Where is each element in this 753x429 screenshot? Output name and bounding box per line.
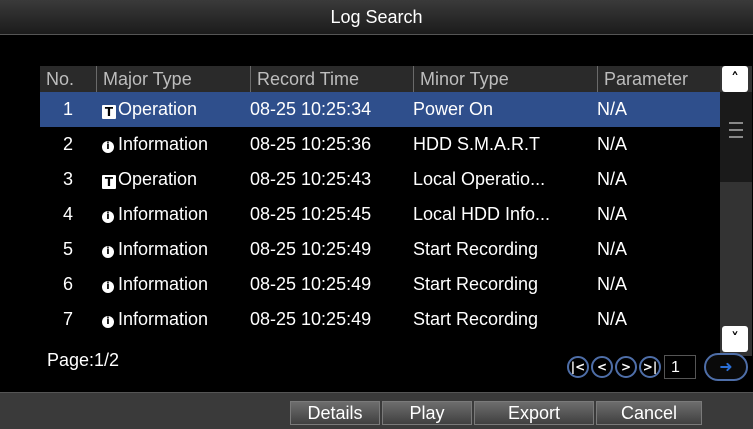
details-button[interactable]: Details <box>290 401 380 425</box>
row-minor-type: Local Operatio... <box>413 169 546 189</box>
go-page-icon[interactable]: ➜ <box>704 353 748 381</box>
header-record-time[interactable]: Record Time <box>250 66 413 92</box>
row-parameter: N/A <box>597 239 628 259</box>
row-minor-type: Start Recording <box>413 274 539 294</box>
vertical-scrollbar[interactable]: ˄ ˅ <box>720 66 752 356</box>
header-minor-type[interactable]: Minor Type <box>413 66 597 92</box>
row-major-type: i Information <box>96 197 246 232</box>
header-parameter[interactable]: Parameter <box>597 66 720 92</box>
log-table: No. Major Type Record Time Minor Type Pa… <box>40 66 720 343</box>
row-record-time: 08-25 10:25:43 <box>250 169 372 189</box>
play-button[interactable]: Play <box>382 401 472 425</box>
row-number: 1 <box>62 99 73 119</box>
row-minor-type: Start Recording <box>413 309 539 329</box>
table-header: No. Major Type Record Time Minor Type Pa… <box>40 66 720 92</box>
row-minor-type: Start Recording <box>413 239 539 259</box>
row-minor-type: Local HDD Info... <box>413 204 551 224</box>
major-type-label: Information <box>118 134 209 154</box>
information-icon: i <box>102 211 114 223</box>
row-parameter: N/A <box>597 204 628 224</box>
row-number: 4 <box>62 204 73 224</box>
page-number-input[interactable]: 1 <box>664 355 696 379</box>
grip-line <box>729 136 743 138</box>
last-page-icon[interactable]: >| <box>639 356 661 378</box>
header-no[interactable]: No. <box>40 66 96 92</box>
information-icon: i <box>102 246 114 258</box>
next-page-icon[interactable]: > <box>615 356 637 378</box>
row-parameter: N/A <box>597 99 628 119</box>
row-major-type: T Operation <box>96 162 246 197</box>
major-type-label: Information <box>118 204 209 224</box>
scroll-thumb[interactable] <box>720 92 752 182</box>
row-number: 2 <box>62 134 73 154</box>
row-minor-type: Power On <box>413 99 494 119</box>
row-record-time: 08-25 10:25:36 <box>250 134 372 154</box>
scroll-down-icon[interactable]: ˅ <box>722 326 748 352</box>
page-indicator: Page:1/2 <box>47 350 120 370</box>
major-type-label: Operation <box>118 169 198 189</box>
scroll-up-icon[interactable]: ˄ <box>722 66 748 92</box>
table-row[interactable]: 7 i Information 08-25 10:25:49 Start Recordi… <box>40 302 720 337</box>
row-record-time: 08-25 10:25:34 <box>250 99 372 119</box>
row-major-type: i Information <box>96 127 246 162</box>
row-number: 7 <box>62 309 73 329</box>
major-type-label: Operation <box>118 99 198 119</box>
operation-icon: T <box>102 105 116 119</box>
operation-icon: T <box>102 175 116 189</box>
row-record-time: 08-25 10:25:49 <box>250 274 372 294</box>
row-major-type: T Operation <box>96 92 246 127</box>
row-number: 3 <box>62 169 73 189</box>
information-icon: i <box>102 281 114 293</box>
table-row[interactable]: 5 i Information 08-25 10:25:49 Start Recordi… <box>40 232 720 267</box>
row-parameter: N/A <box>597 274 628 294</box>
title-bar: Log Search <box>0 0 753 35</box>
row-number: 5 <box>62 239 73 259</box>
prev-page-icon[interactable]: < <box>591 356 613 378</box>
cancel-button[interactable]: Cancel <box>596 401 702 425</box>
row-minor-type: HDD S.M.A.R.T <box>413 134 541 154</box>
row-record-time: 08-25 10:25:45 <box>250 204 372 224</box>
table-row[interactable]: 1 T Operation 08-25 10:25:34 Power On N/A <box>40 92 720 127</box>
row-major-type: i Information <box>96 267 246 302</box>
grip-line <box>729 129 743 131</box>
row-record-time: 08-25 10:25:49 <box>250 239 372 259</box>
export-button[interactable]: Export <box>474 401 594 425</box>
table-row[interactable]: 2 i Information 08-25 10:25:36 HDD S.M.A.R.T… <box>40 127 720 162</box>
row-parameter: N/A <box>597 169 628 189</box>
row-record-time: 08-25 10:25:49 <box>250 309 372 329</box>
table-row[interactable]: 3 T Operation 08-25 10:25:43 Local Operatio.… <box>40 162 720 197</box>
row-parameter: N/A <box>597 134 628 154</box>
row-parameter: N/A <box>597 309 628 329</box>
first-page-icon[interactable]: |< <box>567 356 589 378</box>
grip-line <box>729 122 743 124</box>
information-icon: i <box>102 316 114 328</box>
window-title: Log Search <box>330 7 423 27</box>
row-number: 6 <box>62 274 73 294</box>
header-major-type[interactable]: Major Type <box>96 66 250 92</box>
major-type-label: Information <box>118 239 209 259</box>
row-major-type: i Information <box>96 302 246 337</box>
major-type-label: Information <box>118 274 209 294</box>
table-row[interactable]: 4 i Information 08-25 10:25:45 Local HDD Inf… <box>40 197 720 232</box>
major-type-label: Information <box>118 309 209 329</box>
row-major-type: i Information <box>96 232 246 267</box>
table-row[interactable]: 6 i Information 08-25 10:25:49 Start Recordi… <box>40 267 720 302</box>
footer-bar: Details Play Export Cancel <box>0 392 753 429</box>
information-icon: i <box>102 141 114 153</box>
